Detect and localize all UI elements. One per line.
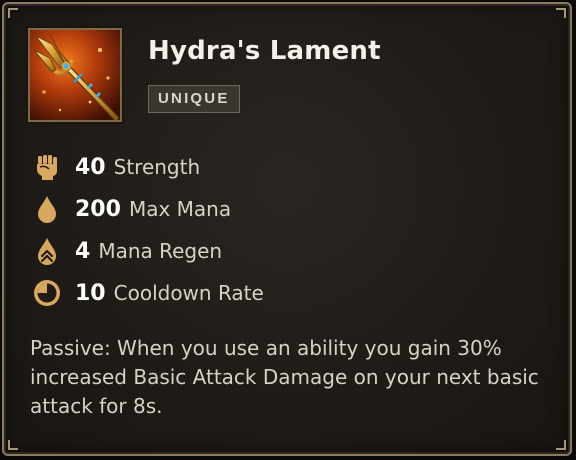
rarity-badge: UNIQUE (148, 85, 240, 113)
strength-fist-icon (37, 155, 57, 180)
stat-label: Max Mana (128, 197, 232, 221)
cooldown-clock-icon (34, 280, 60, 306)
stat-list: 40 Strength 200 Max Mana 4 Mana Regen 10 Coo… (32, 148, 512, 316)
stat-row-cooldown-rate: 10 Cooldown Rate (32, 274, 512, 316)
stat-row-mana-regen: 4 Mana Regen (32, 232, 512, 274)
stat-value: 40 (75, 155, 106, 180)
stat-label: Mana Regen (98, 239, 223, 263)
passive-description: Passive: When you use an ability you gai… (30, 336, 539, 418)
frame-corner-ornament (8, 440, 18, 450)
mana-drop-icon (38, 196, 56, 223)
stat-row-strength: 40 Strength (32, 148, 512, 190)
trident-icon (30, 30, 120, 120)
stat-value: 10 (75, 281, 106, 306)
item-name: Hydra's Lament (148, 36, 381, 66)
frame-corner-ornament (556, 440, 566, 450)
stat-label: Cooldown Rate (113, 281, 264, 305)
frame-corner-ornament (8, 8, 18, 18)
stat-row-max-mana: 200 Max Mana (32, 190, 512, 232)
stat-value: 200 (75, 197, 121, 222)
stat-value: 4 (75, 239, 91, 264)
item-icon-frame (28, 28, 122, 122)
stat-label: Strength (113, 155, 201, 179)
mana-regen-icon (38, 238, 56, 265)
frame-corner-ornament (556, 8, 566, 18)
